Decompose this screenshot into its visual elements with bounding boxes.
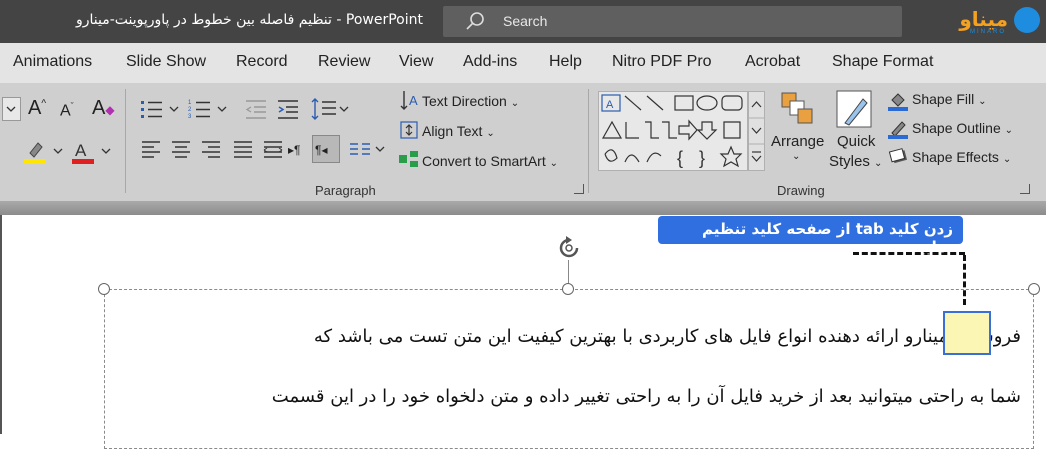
- drawing-group-label: Drawing: [777, 183, 825, 198]
- logo-subtext: MINARO: [970, 29, 1006, 35]
- svg-text:{: {: [677, 148, 683, 168]
- shrink-font-icon[interactable]: Aˇ: [60, 101, 74, 120]
- quick-styles-icon: [836, 90, 872, 128]
- group-separator: [125, 89, 126, 193]
- text-direction-icon: A: [400, 91, 418, 110]
- arrange-button[interactable]: Arrange: [771, 133, 824, 150]
- quick-styles-button[interactable]: Styles ⌄: [829, 153, 882, 170]
- search-icon: [466, 12, 484, 30]
- svg-text:A: A: [606, 99, 614, 111]
- title-separator: -: [336, 12, 342, 28]
- tab-view[interactable]: View: [399, 53, 433, 71]
- align-center-icon[interactable]: [170, 139, 192, 161]
- site-logo: میناو MINARO: [944, 5, 1042, 37]
- app-name: PowerPoint: [345, 12, 423, 28]
- rotate-handle-icon[interactable]: [555, 234, 583, 262]
- tab-help[interactable]: Help: [549, 53, 582, 71]
- shape-effects-button[interactable]: Shape Effects ⌄: [912, 149, 1011, 165]
- text-line-2[interactable]: شما به راحتی میتوانید بعد از خرید فایل آ…: [272, 386, 1021, 407]
- quick-styles-label-1[interactable]: Quick: [837, 133, 875, 150]
- window-title: تنظیم فاصله بین خطوط در پاورپوینت-مینارو…: [76, 12, 423, 28]
- ribbon: A^ Aˇ A◆ A 123 ▸¶ ¶◂ A Text Direction ⌄ …: [0, 83, 1046, 201]
- align-left-icon[interactable]: [140, 139, 162, 161]
- svg-text:A: A: [75, 141, 87, 160]
- shape-effects-icon: [888, 148, 908, 164]
- drawing-dialog-launcher-icon[interactable]: [1020, 184, 1030, 194]
- shape-fill-icon: [888, 93, 908, 111]
- resize-handle-top-right[interactable]: [1028, 283, 1040, 295]
- group-separator: [588, 89, 589, 193]
- text-box[interactable]: فروشگاه مینارو ارائه دهنده انواع فایل ها…: [104, 289, 1034, 449]
- logo-circle-icon: [1014, 7, 1040, 33]
- justify-icon[interactable]: [232, 139, 254, 161]
- shape-fill-label: Shape Fill: [912, 91, 975, 107]
- arrange-icon: [781, 92, 813, 124]
- convert-smartart-label: Convert to SmartArt: [422, 153, 546, 169]
- smartart-icon: [399, 151, 418, 167]
- align-text-icon: [400, 121, 418, 139]
- ribbon-divider: [0, 201, 1046, 215]
- font-size-dropdown-icon[interactable]: [2, 97, 22, 121]
- shape-fill-button[interactable]: Shape Fill ⌄: [912, 91, 987, 107]
- svg-text:A: A: [409, 93, 418, 108]
- highlight-color-icon[interactable]: [24, 139, 68, 165]
- shape-outline-button[interactable]: Shape Outline ⌄: [912, 120, 1013, 136]
- tab-shape-format[interactable]: Shape Format: [832, 53, 933, 71]
- title-bar: تنظیم فاصله بین خطوط در پاورپوینت-مینارو…: [0, 0, 1046, 43]
- text-direction-label: Text Direction: [422, 93, 507, 109]
- columns-icon[interactable]: [348, 139, 388, 161]
- tab-record[interactable]: Record: [236, 53, 288, 71]
- align-text-button[interactable]: Align Text ⌄: [422, 123, 495, 139]
- grow-font-icon[interactable]: A^: [28, 97, 46, 120]
- shapes-gallery[interactable]: A { }: [598, 91, 748, 171]
- svg-text:3: 3: [188, 114, 192, 120]
- shapes-gallery-items: A { }: [601, 94, 743, 168]
- right-to-left-icon[interactable]: ¶◂: [312, 135, 340, 163]
- search-box[interactable]: Search: [443, 6, 902, 37]
- tab-slide-show[interactable]: Slide Show: [126, 53, 206, 71]
- quick-styles-label-2: Styles: [829, 153, 870, 170]
- arrange-dropdown-icon[interactable]: ⌄: [792, 151, 800, 162]
- distributed-icon[interactable]: [262, 139, 284, 161]
- tab-animations[interactable]: Animations: [13, 53, 92, 71]
- paragraph-dialog-launcher-icon[interactable]: [574, 184, 584, 194]
- svg-text:1: 1: [188, 100, 192, 106]
- align-right-icon[interactable]: [200, 139, 222, 161]
- tab-nitro-pdf-pro[interactable]: Nitro PDF Pro: [612, 53, 712, 71]
- shape-outline-label: Shape Outline: [912, 120, 1001, 136]
- ribbon-tabs: Animations Slide Show Record Review View…: [0, 43, 1046, 83]
- search-placeholder: Search: [503, 13, 548, 29]
- left-to-right-icon[interactable]: ▸¶: [288, 143, 300, 157]
- callout-leader-vertical: [963, 255, 966, 305]
- align-text-label: Align Text: [422, 123, 483, 139]
- instruction-callout: زدن کلید tab از صفحه کلید تنظیم نمایید.: [658, 216, 963, 256]
- line-spacing-icon[interactable]: [310, 97, 350, 121]
- tab-add-ins[interactable]: Add-ins: [463, 53, 517, 71]
- document-title: تنظیم فاصله بین خطوط در پاورپوینت-مینارو: [75, 12, 332, 28]
- text-line-1[interactable]: فروشگاه مینارو ارائه دهنده انواع فایل ها…: [314, 326, 1021, 347]
- convert-smartart-button[interactable]: Convert to SmartArt ⌄: [422, 153, 558, 169]
- shape-effects-label: Shape Effects: [912, 149, 999, 165]
- decrease-indent-icon[interactable]: [244, 98, 268, 120]
- gallery-scroll-arrows-icon: [749, 101, 764, 162]
- numbering-icon[interactable]: 123: [188, 98, 232, 120]
- font-color-icon[interactable]: A: [72, 139, 116, 165]
- svg-text:2: 2: [188, 107, 192, 113]
- text-direction-button[interactable]: Text Direction ⌄: [422, 93, 519, 109]
- text-cursor-highlight: [943, 311, 991, 355]
- tab-acrobat[interactable]: Acrobat: [745, 53, 800, 71]
- shapes-gallery-scroll[interactable]: [748, 91, 765, 171]
- clear-formatting-icon[interactable]: A◆: [92, 97, 115, 120]
- bullets-icon[interactable]: [140, 98, 184, 120]
- tab-review[interactable]: Review: [318, 53, 370, 71]
- paragraph-group-label: Paragraph: [315, 183, 376, 198]
- resize-handle-top-left[interactable]: [98, 283, 110, 295]
- shape-outline-icon: [888, 121, 908, 139]
- svg-text:}: }: [699, 148, 705, 168]
- increase-indent-icon[interactable]: [276, 98, 300, 120]
- resize-handle-top-center[interactable]: [562, 283, 574, 295]
- logo-text: میناو: [959, 7, 1008, 31]
